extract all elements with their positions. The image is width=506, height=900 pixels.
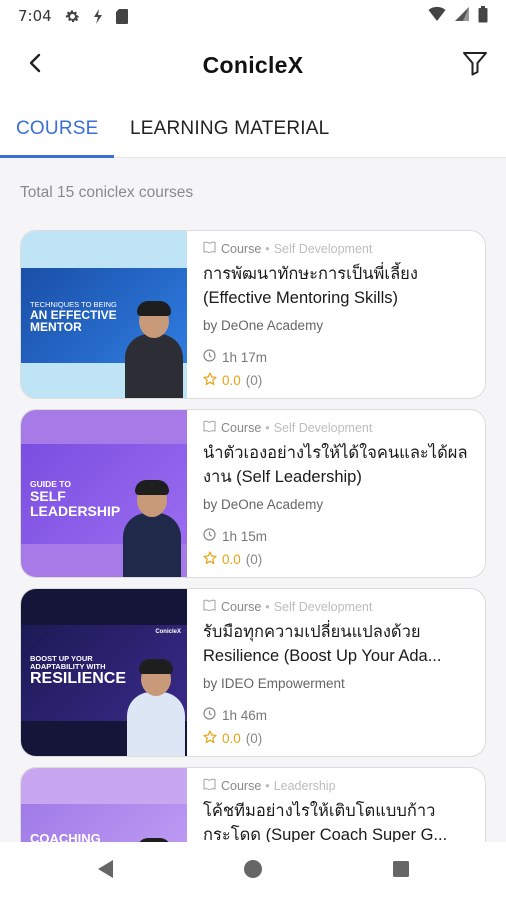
back-triangle-icon (95, 858, 115, 885)
course-category: Self Development (273, 241, 373, 256)
system-nav-bar (0, 842, 506, 900)
course-title[interactable]: รับมือทุกความเปลี่ยนแปลงด้วย Resilience … (203, 620, 475, 668)
data-saver-icon (91, 8, 105, 25)
course-meta: Course • Self Development (203, 599, 372, 614)
course-type: Course (221, 778, 262, 793)
app-bar: ConicleX (0, 32, 506, 98)
filter-button[interactable] (458, 48, 492, 82)
star-icon (203, 551, 217, 568)
book-icon (203, 778, 216, 793)
course-meta: Course • Self Development (203, 420, 372, 435)
course-card[interactable]: TECHNIQUES TO BEING AN EFFECTIVE MENTOR … (20, 230, 486, 399)
gear-icon (64, 8, 81, 25)
nav-home-button[interactable] (235, 853, 271, 889)
course-category: Leadership (273, 778, 336, 793)
thumbnail-text: TECHNIQUES TO BEING AN EFFECTIVE MENTOR (30, 300, 117, 335)
course-duration: 1h 17m (203, 349, 267, 365)
page-title: ConicleX (202, 51, 304, 78)
instructor-photo (123, 480, 181, 577)
course-title[interactable]: โค้ชทีมอย่างไรให้เติบโตแบบก้าว กระโดด (S… (203, 799, 475, 842)
course-list[interactable]: TECHNIQUES TO BEING AN EFFECTIVE MENTOR … (20, 230, 488, 842)
course-title[interactable]: นำตัวเองอย่างไรให้ได้ใจคนและได้ผล งาน (S… (203, 441, 475, 489)
course-thumbnail: ConicleX BOOST UP YOUR ADAPTABILITY WITH… (21, 589, 187, 756)
total-courses-label: Total 15 coniclex courses (20, 184, 194, 201)
thumbnail-text: GUIDE TO SELF LEADERSHIP (30, 479, 121, 519)
course-duration: 1h 15m (203, 528, 267, 544)
tab-course[interactable]: COURSE (16, 118, 99, 140)
thumbnail-text: BOOST UP YOUR ADAPTABILITY WITH RESILIEN… (30, 654, 127, 687)
course-thumbnail: COACHING (21, 768, 187, 842)
course-meta: Course • Self Development (203, 241, 372, 256)
sd-card-icon (115, 8, 129, 25)
star-icon (203, 730, 217, 747)
course-thumbnail: GUIDE TO SELF LEADERSHIP (21, 410, 187, 577)
recents-square-icon (392, 860, 410, 883)
thumbnail-text: COACHING (30, 831, 101, 842)
chevron-left-icon (28, 53, 42, 78)
cell-signal-icon (454, 6, 470, 26)
course-title[interactable]: การพัฒนาทักษะการเป็นพี่เลี้ยง (Effective… (203, 262, 475, 310)
course-card[interactable]: COACHING Course • Leadership โค้ชทีมอย่า… (20, 767, 486, 842)
instructor-photo (125, 301, 183, 398)
course-card[interactable]: ConicleX BOOST UP YOUR ADAPTABILITY WITH… (20, 588, 486, 757)
course-provider: by DeOne Academy (203, 318, 324, 333)
home-circle-icon (243, 859, 263, 884)
course-info: Course • Leadership โค้ชทีมอย่างไรให้เติ… (203, 768, 475, 843)
tab-learning-material[interactable]: LEARNING MATERIAL (130, 118, 329, 140)
course-type: Course (221, 241, 262, 256)
book-icon (203, 241, 216, 256)
course-rating: 0.0 (0) (203, 551, 262, 568)
instructor-photo (127, 659, 185, 756)
status-bar: 7:04 (0, 0, 506, 32)
course-meta: Course • Leadership (203, 778, 336, 793)
course-provider: by DeOne Academy (203, 497, 324, 512)
clock-icon (203, 707, 216, 723)
clock-icon (203, 349, 216, 365)
course-duration: 1h 46m (203, 707, 267, 723)
thumbnail-logo: ConicleX (155, 629, 181, 635)
clock-icon (203, 528, 216, 544)
nav-recents-button[interactable] (383, 853, 419, 889)
star-icon (203, 372, 217, 389)
course-card[interactable]: GUIDE TO SELF LEADERSHIP Course • Self D… (20, 409, 486, 578)
course-thumbnail: TECHNIQUES TO BEING AN EFFECTIVE MENTOR (21, 231, 187, 398)
course-category: Self Development (273, 599, 373, 614)
book-icon (203, 420, 216, 435)
course-type: Course (221, 599, 262, 614)
course-info: Course • Self Development รับมือทุกความเ… (203, 589, 475, 756)
course-info: Course • Self Development การพัฒนาทักษะก… (203, 231, 475, 398)
wifi-icon (428, 6, 446, 26)
filter-icon (461, 49, 489, 82)
back-button[interactable] (20, 50, 50, 80)
course-rating: 0.0 (0) (203, 372, 262, 389)
tab-bar: COURSE LEARNING MATERIAL (0, 98, 506, 158)
course-info: Course • Self Development นำตัวเองอย่างไ… (203, 410, 475, 577)
course-category: Self Development (273, 420, 373, 435)
course-rating: 0.0 (0) (203, 730, 262, 747)
battery-icon (478, 5, 488, 27)
course-type: Course (221, 420, 262, 435)
status-time: 7:04 (18, 7, 52, 25)
active-tab-indicator (0, 155, 114, 158)
course-provider: by IDEO Empowerment (203, 676, 345, 691)
nav-back-button[interactable] (87, 853, 123, 889)
book-icon (203, 599, 216, 614)
